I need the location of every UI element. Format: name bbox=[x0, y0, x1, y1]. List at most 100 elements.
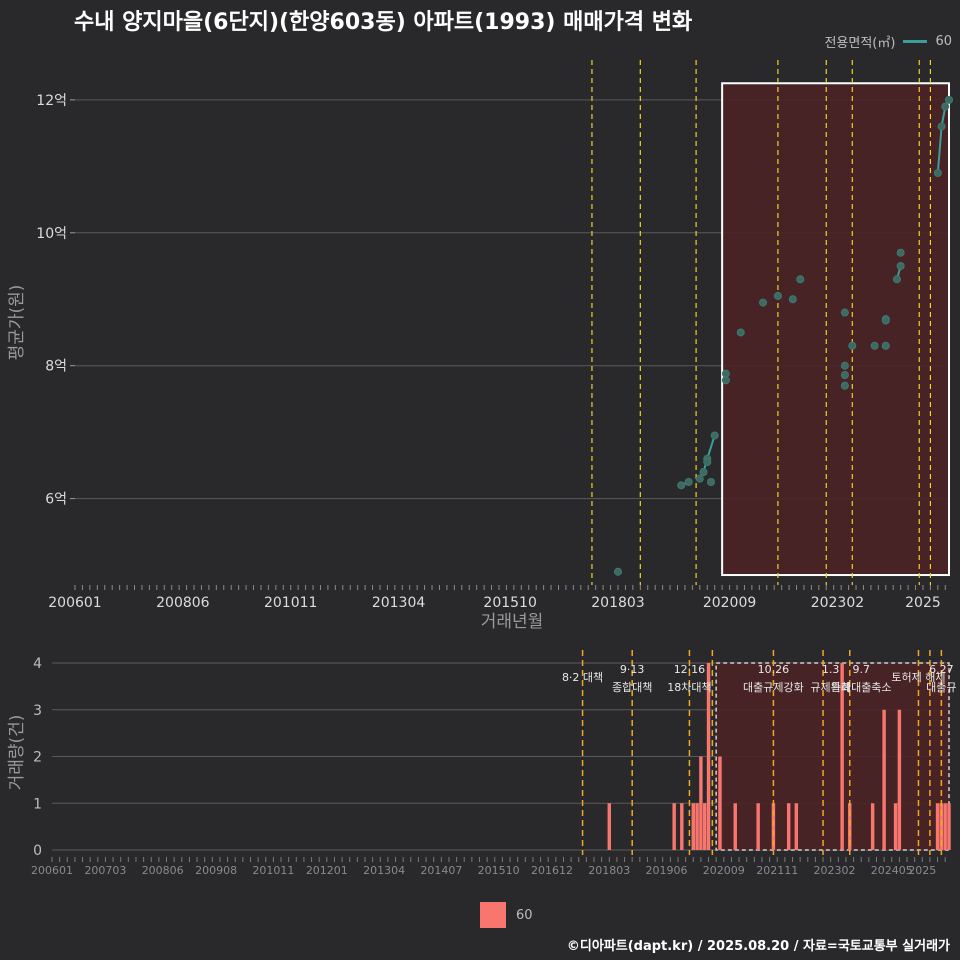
y-tick-label: 8억 bbox=[45, 359, 67, 375]
policy-date-label: 1.3 bbox=[822, 663, 840, 676]
bar-x-tick-label: 201407 bbox=[420, 864, 462, 877]
data-point bbox=[840, 381, 849, 390]
bar-x-tick-label: 201906 bbox=[646, 864, 688, 877]
data-point bbox=[773, 291, 782, 300]
bar-x-tick-label: 201304 bbox=[363, 864, 405, 877]
bar bbox=[702, 803, 707, 850]
bar bbox=[691, 803, 695, 850]
bar bbox=[943, 803, 947, 850]
data-point bbox=[937, 122, 946, 131]
source-caption: ©디아파트(dapt.kr) / 2025.08.20 / 자료=국토교통부 실… bbox=[566, 939, 950, 954]
policy-label: 대출규 bbox=[926, 681, 956, 694]
data-point bbox=[699, 468, 708, 477]
data-point bbox=[892, 275, 901, 284]
data-point bbox=[721, 376, 730, 385]
policy-date-label: 6.27 bbox=[929, 663, 954, 676]
data-point bbox=[945, 95, 954, 104]
bar-x-tick-label: 201612 bbox=[531, 864, 573, 877]
bar bbox=[680, 803, 684, 850]
bar bbox=[897, 709, 902, 850]
legend-bar-swatch bbox=[480, 902, 506, 928]
bar-x-tick-label: 200806 bbox=[142, 864, 184, 877]
x-tick-label: 201510 bbox=[483, 595, 536, 611]
bar bbox=[672, 803, 676, 850]
bar-x-tick-label: 200601 bbox=[31, 864, 73, 877]
data-point bbox=[677, 481, 686, 490]
y-tick-label: 6억 bbox=[45, 492, 67, 508]
data-point bbox=[706, 477, 715, 486]
policy-label: 8·2 대책 bbox=[562, 671, 603, 684]
bar-x-tick-label: 201803 bbox=[588, 864, 630, 877]
data-point bbox=[896, 248, 905, 257]
bar-y-tick-label: 2 bbox=[33, 750, 42, 766]
bar-x-tick-label: 201510 bbox=[478, 864, 520, 877]
x-tick-label: 200806 bbox=[156, 595, 210, 611]
bar-y-axis-label: 거래량(건) bbox=[7, 715, 27, 791]
chart-stage: 수내 양지마을(6단지)(한양603동) 아파트(1993) 매매가격 변화 전… bbox=[0, 0, 960, 960]
policy-label: 18차대책 bbox=[667, 681, 711, 694]
bar-x-tick-label: 202405 bbox=[871, 864, 913, 877]
x-tick-label: 202302 bbox=[811, 595, 864, 611]
bar bbox=[786, 803, 791, 850]
data-point bbox=[788, 295, 797, 304]
data-point bbox=[933, 168, 942, 177]
policy-label: 특례대출축소 bbox=[831, 681, 892, 694]
x-tick-label: 201304 bbox=[372, 595, 426, 611]
data-point bbox=[695, 474, 704, 483]
bar-x-tick-label: 202009 bbox=[703, 864, 745, 877]
bar-x-tick-label: 200908 bbox=[195, 864, 237, 877]
data-point bbox=[840, 370, 849, 379]
policy-date-label: 9.7 bbox=[852, 663, 870, 676]
bar bbox=[893, 803, 898, 850]
bar-y-tick-label: 4 bbox=[33, 656, 42, 672]
data-point bbox=[840, 361, 849, 370]
data-point bbox=[796, 275, 805, 284]
data-point bbox=[881, 341, 890, 350]
bar bbox=[718, 756, 722, 850]
data-point bbox=[941, 102, 950, 111]
policy-date-label: 9·13 bbox=[620, 663, 645, 676]
data-point bbox=[896, 262, 905, 271]
bar-y-tick-label: 1 bbox=[33, 796, 42, 812]
y-tick-label: 12억 bbox=[36, 93, 67, 109]
data-point bbox=[703, 458, 712, 467]
legend-bar-label: 60 bbox=[516, 907, 533, 923]
bar bbox=[607, 803, 612, 850]
x-tick-label: 200601 bbox=[48, 595, 101, 611]
policy-label: 대출규제강화 bbox=[743, 681, 804, 694]
data-point bbox=[870, 341, 879, 350]
bar bbox=[794, 803, 799, 850]
y-tick-label: 10억 bbox=[36, 226, 67, 242]
highlight-box bbox=[721, 82, 950, 577]
policy-label: 종합대책 bbox=[612, 681, 652, 694]
x-tick-label: 201011 bbox=[264, 595, 317, 611]
bar-x-tick-label: 201011 bbox=[252, 864, 294, 877]
legend-bottom: 60 bbox=[480, 902, 533, 928]
bar bbox=[733, 803, 737, 850]
bar bbox=[947, 803, 951, 850]
policy-date-label: 12·16 bbox=[674, 663, 706, 676]
bar-x-tick-label: 202302 bbox=[813, 864, 855, 877]
x-tick-label: 2025 bbox=[905, 595, 941, 611]
x-tick-label: 202009 bbox=[703, 595, 756, 611]
bar bbox=[695, 803, 699, 850]
data-point bbox=[840, 308, 849, 317]
data-point bbox=[848, 341, 857, 350]
data-point bbox=[736, 328, 745, 337]
bar-x-tick-label: 2025 bbox=[908, 864, 936, 877]
data-point bbox=[759, 298, 768, 307]
y-axis-label: 평균가(원) bbox=[7, 285, 27, 361]
data-point bbox=[881, 316, 890, 325]
data-point bbox=[721, 369, 730, 378]
x-tick-label: 201803 bbox=[591, 595, 644, 611]
bar bbox=[756, 803, 760, 850]
bar bbox=[935, 803, 940, 850]
bar-x-tick-label: 200703 bbox=[84, 864, 126, 877]
data-point bbox=[684, 477, 693, 486]
chart-svg: 6억 8억 10억 12억 200601 200806 201011 201304 201510… bbox=[7, 60, 957, 877]
bar-y-tick-label: 0 bbox=[33, 843, 42, 859]
bar bbox=[699, 756, 703, 850]
policy-date-label: 10.26 bbox=[758, 663, 790, 676]
bar bbox=[882, 709, 886, 850]
bar-y-tick-label: 3 bbox=[33, 703, 42, 719]
